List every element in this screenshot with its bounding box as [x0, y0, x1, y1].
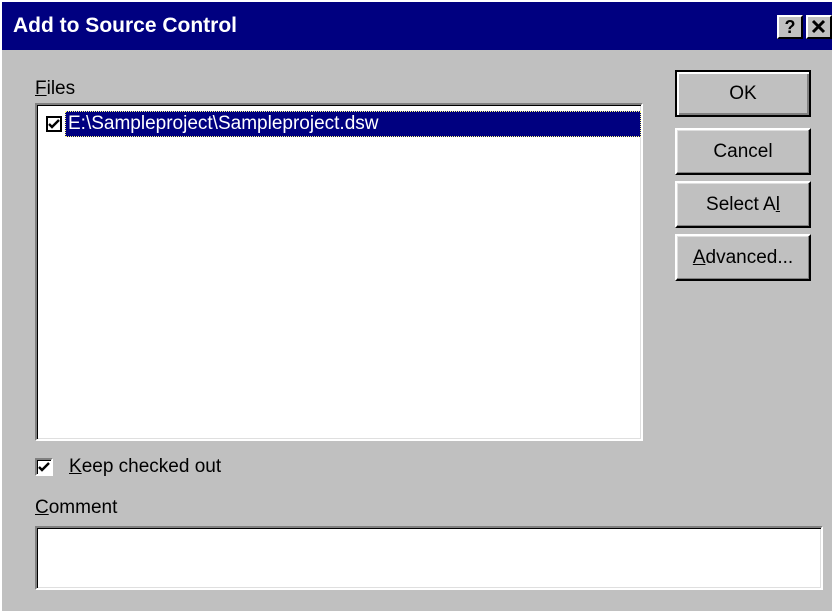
list-item[interactable]: E:\Sampleproject\Sampleproject.dsw: [41, 111, 641, 137]
keep-checked-out-option[interactable]: Keep checked out: [35, 454, 255, 480]
ok-button[interactable]: OK: [675, 70, 811, 117]
file-path[interactable]: E:\Sampleproject\Sampleproject.dsw: [65, 111, 641, 137]
cancel-button[interactable]: Cancel: [675, 128, 811, 175]
title-bar[interactable]: Add to Source Control ?: [2, 2, 832, 50]
keep-checked-out-checkbox[interactable]: [35, 458, 53, 476]
advanced-button[interactable]: Advanced...: [675, 234, 811, 281]
checkmark-icon: [38, 462, 50, 472]
file-checkbox[interactable]: [46, 116, 62, 132]
window-title: Add to Source Control: [13, 14, 237, 37]
checkmark-icon: [48, 119, 60, 129]
files-listbox[interactable]: E:\Sampleproject\Sampleproject.dsw: [35, 103, 643, 441]
help-button[interactable]: ?: [777, 15, 803, 39]
comment-label: Comment: [35, 497, 118, 518]
files-label: Files: [35, 78, 76, 99]
select-all-button[interactable]: Select Al: [675, 181, 811, 228]
comment-field[interactable]: [35, 526, 823, 590]
close-button[interactable]: [806, 15, 832, 39]
keep-checked-out-label[interactable]: Keep checked out: [69, 454, 221, 480]
close-icon: [811, 19, 826, 34]
add-to-source-control-dialog: Add to Source Control ? Files E:\Samplep…: [0, 0, 832, 611]
